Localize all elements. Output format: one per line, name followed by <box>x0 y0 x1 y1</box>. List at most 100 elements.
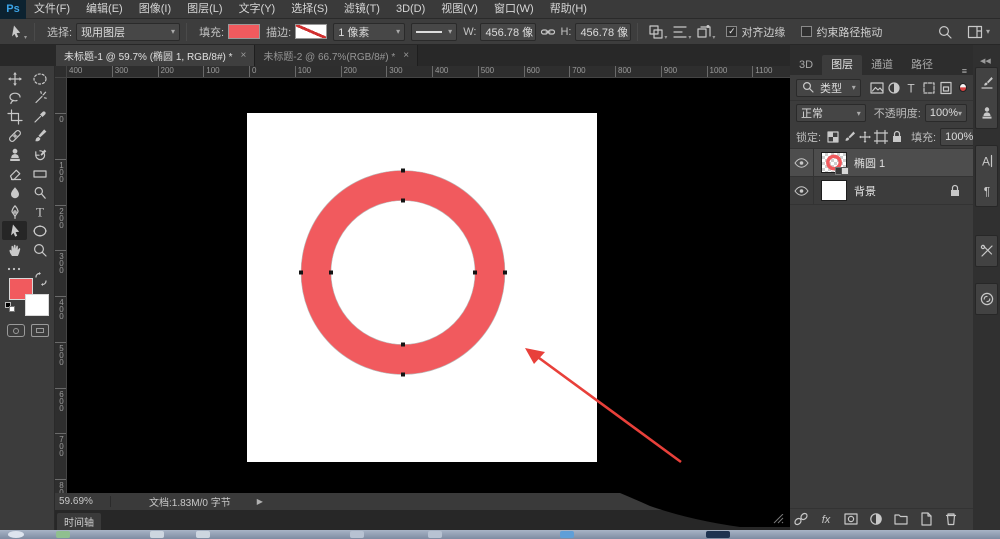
lock-all-button[interactable] <box>889 129 905 145</box>
blur-tool[interactable] <box>2 183 27 202</box>
clone-stamp-tool[interactable] <box>2 145 27 164</box>
blend-mode-dropdown[interactable]: 正常 ▾ <box>796 104 866 122</box>
add-layer-mask-button[interactable] <box>843 511 859 527</box>
hand-tool[interactable] <box>2 240 27 259</box>
stroke-width-dropdown[interactable]: 1 像素 ▾ <box>333 23 405 41</box>
clone-source-panel-button[interactable] <box>976 98 997 128</box>
history-brush-tool[interactable] <box>27 145 52 164</box>
delete-layer-button[interactable] <box>943 511 959 527</box>
ellipse-marquee-tool[interactable] <box>27 69 52 88</box>
shape-width-input[interactable]: 456.78 像 <box>480 23 536 41</box>
panel-tab-路径[interactable]: 路径 <box>902 55 942 75</box>
new-group-button[interactable] <box>893 511 909 527</box>
layer-thumbnail[interactable] <box>821 180 847 201</box>
path-selection-tool[interactable] <box>2 221 27 240</box>
windows-taskbar[interactable] <box>0 530 1000 539</box>
path-alignment-button[interactable]: ▾ <box>668 22 692 42</box>
gradient-tool[interactable] <box>27 164 52 183</box>
lock-transparent-pixels-button[interactable] <box>825 129 841 145</box>
canvas-viewport[interactable] <box>67 78 790 493</box>
panel-tab-3D[interactable]: 3D <box>790 55 822 75</box>
red-ring-shape[interactable] <box>316 186 490 360</box>
select-mode-dropdown[interactable]: 现用图层 ▾ <box>76 23 180 41</box>
taskbar-icon[interactable] <box>196 531 210 538</box>
ps-logo[interactable]: Ps <box>0 0 26 19</box>
layer-row[interactable]: 背景 <box>790 177 973 205</box>
path-arrangement-button[interactable]: ▾ <box>692 22 716 42</box>
character-panel-button[interactable]: A <box>976 146 997 176</box>
filter-smart-objects-button[interactable] <box>937 79 954 97</box>
menu-item-3D[interactable]: 3D(D) <box>388 0 433 19</box>
workspace-switcher-button[interactable]: ▾ <box>967 24 990 40</box>
stroke-color-swatch[interactable] <box>295 24 327 39</box>
menu-item-选择[interactable]: 选择(S) <box>283 0 336 19</box>
ruler-origin-corner[interactable] <box>55 66 67 78</box>
menu-item-帮助[interactable]: 帮助(H) <box>542 0 595 19</box>
paragraph-panel-button[interactable]: ¶ <box>976 176 997 206</box>
layer-visibility-toggle[interactable] <box>790 149 814 176</box>
edit-toolbar-icon[interactable] <box>6 261 22 277</box>
constrain-path-drag-checkbox[interactable]: ✓ <box>801 26 812 37</box>
magic-wand-tool[interactable] <box>27 88 52 107</box>
panel-menu-icon[interactable]: ≡ <box>962 67 967 75</box>
lasso-tool[interactable] <box>2 88 27 107</box>
horizontal-ruler[interactable]: 4003002001000100200300400500600700800900… <box>67 66 790 78</box>
ellipse-shape-tool[interactable] <box>27 221 52 240</box>
close-tab-icon[interactable]: × <box>403 50 409 61</box>
brush-settings-panel-button[interactable] <box>976 68 997 98</box>
menu-item-图层[interactable]: 图层(L) <box>179 0 230 19</box>
window-resize-grip[interactable] <box>770 514 784 524</box>
fill-color-swatch[interactable] <box>228 24 260 39</box>
layer-filter-toggle[interactable] <box>959 83 967 92</box>
taskbar-icon[interactable] <box>350 531 364 538</box>
default-colors-icon[interactable] <box>5 302 15 312</box>
pen-tool[interactable] <box>2 202 27 221</box>
background-color-swatch[interactable] <box>25 294 49 316</box>
filter-pixel-layers-button[interactable] <box>868 79 885 97</box>
menu-item-视图[interactable]: 视图(V) <box>433 0 486 19</box>
screen-mode-button[interactable] <box>31 324 49 337</box>
new-adjustment-layer-button[interactable] <box>868 511 884 527</box>
menu-item-文件[interactable]: 文件(F) <box>26 0 78 19</box>
menu-item-文字[interactable]: 文字(Y) <box>231 0 284 19</box>
quick-mask-button[interactable] <box>7 324 25 337</box>
filter-adjustment-layers-button[interactable] <box>885 79 902 97</box>
taskbar-icon[interactable] <box>560 531 574 538</box>
close-tab-icon[interactable]: × <box>241 50 247 61</box>
layer-style-button[interactable]: fx <box>818 511 834 527</box>
align-edges-checkbox[interactable]: ✓ <box>726 26 737 37</box>
link-layers-button[interactable] <box>793 511 809 527</box>
menu-item-图像[interactable]: 图像(I) <box>131 0 179 19</box>
crop-tool[interactable] <box>2 107 27 126</box>
lock-artboard-button[interactable] <box>873 129 889 145</box>
zoom-level-field[interactable]: 59.69% <box>59 496 111 507</box>
taskbar-icon[interactable] <box>428 531 442 538</box>
creative-cloud-button[interactable] <box>976 284 997 314</box>
type-tool[interactable]: T <box>27 202 52 221</box>
taskbar-icon[interactable] <box>150 531 164 538</box>
layer-row[interactable]: 椭圆 1 <box>790 149 973 177</box>
panel-tab-图层[interactable]: 图层 <box>822 55 862 75</box>
menu-item-滤镜[interactable]: 滤镜(T) <box>336 0 388 19</box>
brush-tool[interactable] <box>27 126 52 145</box>
collapse-dock-icon[interactable]: ◀◀ <box>980 57 991 65</box>
menu-item-窗口[interactable]: 窗口(W) <box>486 0 542 19</box>
taskbar-icon[interactable] <box>56 531 70 538</box>
vertical-ruler[interactable]: 0100200300400500600700800 <box>55 78 67 493</box>
layer-visibility-toggle[interactable] <box>790 177 814 204</box>
dodge-tool[interactable] <box>27 183 52 202</box>
link-dimensions-icon[interactable] <box>540 24 556 40</box>
swap-colors-icon[interactable] <box>33 271 49 287</box>
shape-height-input[interactable]: 456.78 像 <box>575 23 631 41</box>
filter-type-layers-button[interactable]: T <box>903 79 920 97</box>
path-anchor-points[interactable] <box>299 169 507 377</box>
panel-tab-通道[interactable]: 通道 <box>862 55 902 75</box>
lock-image-pixels-button[interactable] <box>841 129 857 145</box>
menu-item-编辑[interactable]: 编辑(E) <box>78 0 131 19</box>
zoom-tool[interactable] <box>27 240 52 259</box>
eyedropper-tool[interactable] <box>27 107 52 126</box>
document-tab[interactable]: 未标题-1 @ 59.7% (椭圆 1, RGB/8#) *× <box>56 45 255 66</box>
timeline-tab[interactable]: 时间轴 <box>57 513 101 530</box>
healing-brush-tool[interactable] <box>2 126 27 145</box>
document-tab[interactable]: 未标题-2 @ 66.7%(RGB/8#) *× <box>255 45 418 66</box>
